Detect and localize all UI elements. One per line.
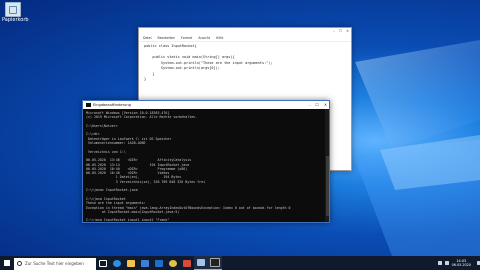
taskbar-store[interactable] — [138, 256, 152, 270]
notepad-titlebar[interactable]: – ☐ ✕ — [139, 28, 351, 35]
menu-file[interactable]: Datei — [143, 36, 152, 40]
taskbar-notepad[interactable] — [194, 256, 208, 270]
taskbar-mail[interactable] — [152, 256, 166, 270]
windows-logo-icon — [3, 259, 11, 267]
close-button[interactable]: ✕ — [346, 29, 349, 33]
notepad-icon — [197, 259, 205, 266]
search-placeholder: Zur Suche Text hier eingeben — [25, 261, 84, 266]
code-line: } — [144, 77, 147, 81]
taskbar-app[interactable] — [180, 256, 194, 270]
system-tray: 14:03 06.05.2020 — [437, 256, 480, 270]
recycle-bin-shortcut[interactable]: Papierkorb — [2, 2, 29, 23]
console-scrollbar[interactable] — [325, 109, 329, 222]
taskbar: Zur Suche Text hier eingeben 14:03 06.05… — [0, 256, 480, 270]
desktop-background: Papierkorb – ☐ ✕ Datei Bearbeiten Format… — [0, 0, 480, 256]
minimize-button[interactable]: – — [309, 102, 311, 107]
scrollbar-thumb[interactable] — [325, 156, 329, 216]
command-prompt-window[interactable]: Eingabeaufforderung – ☐ ✕ Microsoft Wind… — [82, 100, 330, 223]
start-button[interactable] — [0, 256, 14, 270]
console-output[interactable]: Microsoft Windows [Version 10.0.18363.47… — [83, 109, 329, 221]
console-icon — [86, 103, 91, 107]
task-view-button[interactable] — [96, 256, 110, 270]
recycle-bin-label: Papierkorb — [2, 17, 29, 23]
console-titlebar[interactable]: Eingabeaufforderung – ☐ ✕ — [83, 101, 329, 109]
console-line: C:\>java InputRocket input1 input2 "Fran… — [86, 218, 170, 221]
search-icon — [17, 261, 22, 266]
chrome-icon — [169, 259, 177, 267]
menu-help[interactable]: Hilfe — [216, 36, 223, 40]
maximize-button[interactable]: ☐ — [339, 29, 342, 33]
task-view-icon — [99, 259, 107, 267]
store-icon — [141, 259, 149, 267]
app-icon — [183, 259, 191, 267]
menu-format[interactable]: Format — [181, 36, 192, 40]
recycle-bin-icon — [5, 2, 21, 17]
taskbar-chrome[interactable] — [166, 256, 180, 270]
edge-icon — [113, 259, 121, 267]
maximize-button[interactable]: ☐ — [315, 102, 318, 107]
minimize-button[interactable]: – — [333, 29, 335, 33]
menu-edit[interactable]: Bearbeiten — [158, 36, 176, 40]
volume-icon[interactable] — [444, 261, 449, 265]
notepad-text-area[interactable]: public class InputRocket{ public static … — [139, 42, 351, 85]
taskbar-search-box[interactable]: Zur Suche Text hier eingeben — [14, 257, 96, 270]
network-icon[interactable] — [437, 261, 442, 265]
taskbar-explorer[interactable] — [124, 256, 138, 270]
mail-icon — [155, 259, 163, 267]
cmd-icon — [210, 258, 220, 267]
taskbar-cmd[interactable] — [208, 256, 222, 270]
clock-date: 06.05.2020 — [451, 263, 471, 267]
notepad-menubar: Datei Bearbeiten Format Ansicht Hilfe — [139, 35, 351, 42]
console-title: Eingabeaufforderung — [93, 103, 131, 107]
close-button[interactable]: ✕ — [324, 102, 327, 107]
taskbar-edge[interactable] — [110, 256, 124, 270]
folder-icon — [127, 259, 135, 267]
menu-view[interactable]: Ansicht — [198, 36, 210, 40]
clock[interactable]: 14:03 06.05.2020 — [452, 259, 474, 267]
